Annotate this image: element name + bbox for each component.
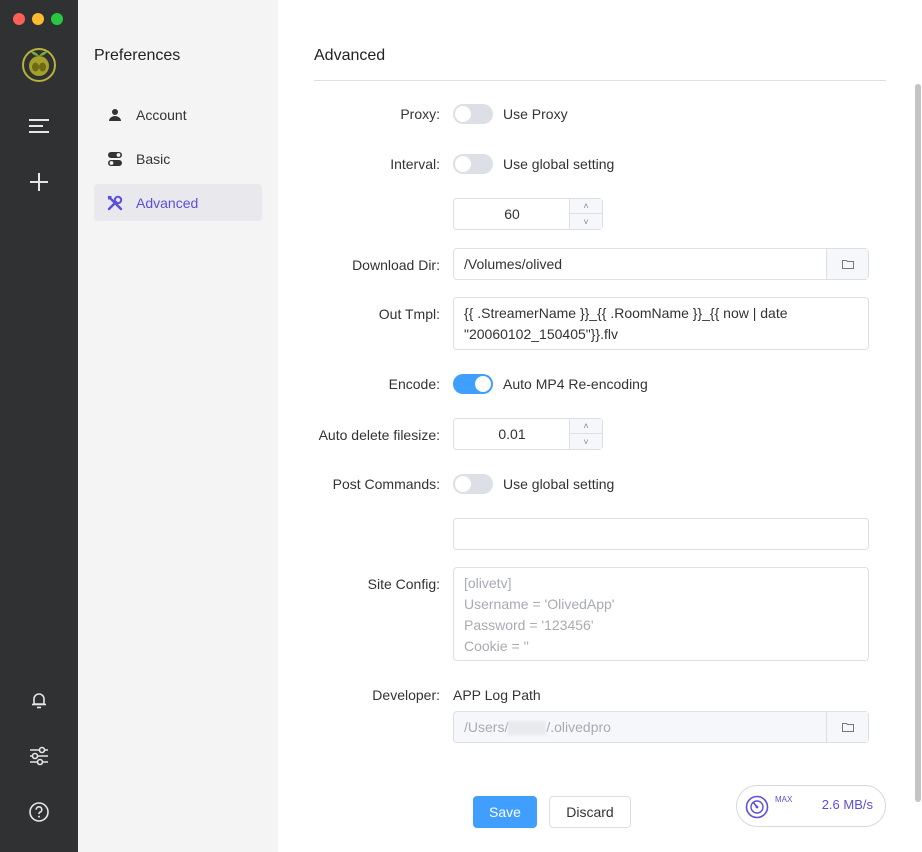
site-config-placeholder-line: [olivetv] <box>464 575 512 591</box>
post-commands-input[interactable] <box>453 518 869 550</box>
save-button[interactable]: Save <box>473 796 537 828</box>
app-logo <box>19 44 59 84</box>
pref-item-label: Advanced <box>136 194 199 211</box>
post-commands-toggle[interactable] <box>453 474 493 494</box>
interval-stepper[interactable]: 60 ˄ ˅ <box>453 198 603 230</box>
chevron-down-icon: ˅ <box>583 216 589 227</box>
interval-value[interactable]: 60 <box>454 199 570 229</box>
advanced-settings-panel: Advanced Proxy: Use Proxy Interval: Use … <box>278 0 922 852</box>
toggles-icon <box>106 150 124 168</box>
zoom-window-button[interactable] <box>51 13 63 25</box>
preferences-title: Preferences <box>94 47 181 64</box>
site-config-label: Site Config: <box>367 576 440 592</box>
interval-toggle-text: Use global setting <box>503 156 615 172</box>
site-config-placeholder-line: Password = '123456' <box>464 617 594 633</box>
redacted-username <box>508 721 547 736</box>
app-rail <box>0 0 78 852</box>
speed-max-label: MAX <box>775 795 793 804</box>
bell-icon[interactable] <box>19 680 59 720</box>
proxy-toggle-text: Use Proxy <box>503 106 568 122</box>
close-window-button[interactable] <box>13 13 25 25</box>
folder-icon <box>841 723 854 732</box>
chevron-up-icon: ˄ <box>583 201 589 211</box>
site-config-textarea[interactable]: [olivetv] Username = 'OlivedApp' Passwor… <box>453 567 869 661</box>
open-log-folder-button[interactable] <box>826 712 868 742</box>
minimize-window-button[interactable] <box>32 13 44 25</box>
chevron-up-icon: ˄ <box>583 421 589 431</box>
log-path-start: /Users/ <box>464 719 509 735</box>
download-dir-input[interactable]: /Volumes/olived <box>453 248 869 280</box>
app-log-path-label: APP Log Path <box>453 687 541 703</box>
menu-icon[interactable] <box>19 106 59 146</box>
proxy-label: Proxy: <box>400 106 440 122</box>
site-config-placeholder-line: Username = 'OlivedApp' <box>464 596 615 612</box>
plus-icon[interactable] <box>19 162 59 202</box>
encode-label: Encode: <box>388 376 440 392</box>
section-divider <box>314 80 886 81</box>
window-controls <box>13 13 63 25</box>
log-path-end: /.olivedpro <box>546 719 611 735</box>
encode-toggle[interactable] <box>453 374 493 394</box>
post-commands-toggle-text: Use global setting <box>503 476 615 492</box>
developer-label: Developer: <box>372 687 440 703</box>
discard-button[interactable]: Discard <box>549 796 631 828</box>
auto-delete-label: Auto delete filesize: <box>318 427 440 443</box>
pref-item-label: Account <box>136 106 187 123</box>
speed-rate: 2.6 MB/s <box>821 797 873 812</box>
section-title: Advanced <box>314 47 386 64</box>
encode-toggle-text: Auto MP4 Re-encoding <box>503 376 648 392</box>
decrement-button[interactable]: ˅ <box>570 434 602 449</box>
out-tmpl-line: "20060102_150405"}}.flv <box>464 326 618 342</box>
speed-indicator[interactable]: MAX 2.6 MB/s <box>736 785 886 827</box>
out-tmpl-label: Out Tmpl: <box>378 306 440 322</box>
auto-delete-stepper[interactable]: 0.01 ˄ ˅ <box>453 418 603 450</box>
browse-folder-button[interactable] <box>826 249 868 279</box>
auto-delete-value[interactable]: 0.01 <box>454 419 570 449</box>
scrollbar[interactable] <box>914 80 922 802</box>
user-icon <box>106 106 124 124</box>
chevron-down-icon: ˅ <box>583 436 589 447</box>
download-dir-label: Download Dir: <box>352 257 440 273</box>
out-tmpl-textarea[interactable]: {{ .StreamerName }}_{{ .RoomName }}_{{ n… <box>453 297 869 350</box>
help-icon[interactable] <box>19 792 59 832</box>
app-log-path-input: /Users/ /.olivedpro <box>453 711 869 743</box>
interval-label: Interval: <box>390 156 440 172</box>
auto-delete-stepper-buttons: ˄ ˅ <box>569 419 602 449</box>
proxy-toggle[interactable] <box>453 104 493 124</box>
increment-button[interactable]: ˄ <box>570 419 602 434</box>
out-tmpl-line: {{ .StreamerName }}_{{ .RoomName }}_{{ n… <box>464 305 788 321</box>
sliders-icon[interactable] <box>19 736 59 776</box>
interval-stepper-buttons: ˄ ˅ <box>569 199 602 229</box>
download-dir-value: /Volumes/olived <box>464 256 563 272</box>
increment-button[interactable]: ˄ <box>570 199 602 214</box>
pref-item-advanced[interactable]: Advanced <box>94 184 262 221</box>
pref-item-basic[interactable]: Basic <box>94 140 262 177</box>
speed-gauge-icon <box>745 795 769 819</box>
scrollbar-thumb[interactable] <box>915 84 921 802</box>
post-commands-label: Post Commands: <box>332 476 440 492</box>
site-config-placeholder-line: Cookie = '' <box>464 638 529 654</box>
decrement-button[interactable]: ˅ <box>570 214 602 229</box>
preferences-sidebar: Preferences Account Basic Advanced <box>78 0 278 852</box>
interval-global-toggle[interactable] <box>453 154 493 174</box>
pref-item-account[interactable]: Account <box>94 96 262 133</box>
folder-icon <box>841 260 854 269</box>
olive-logo-icon <box>22 48 56 82</box>
pref-item-label: Basic <box>136 150 171 167</box>
tools-icon <box>106 194 124 212</box>
